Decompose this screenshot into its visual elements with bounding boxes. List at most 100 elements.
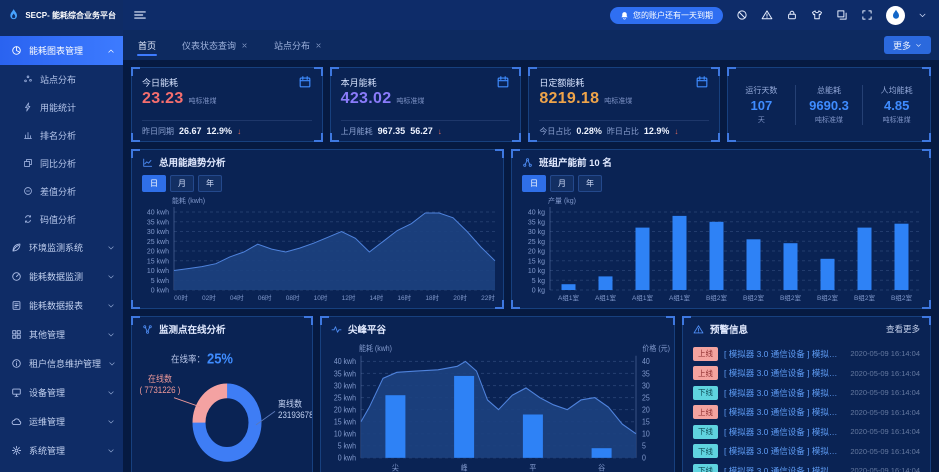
svg-text:20 kwh: 20 kwh: [334, 405, 356, 415]
svg-text:A组1室: A组1室: [669, 293, 690, 302]
stat-footer-label: 昨日占比: [607, 126, 639, 137]
period-tab[interactable]: 日: [522, 175, 546, 192]
tab[interactable]: 首页: [125, 30, 169, 60]
period-tabs: 日月年: [512, 174, 930, 194]
app-root: SECP- 能耗综合业务平台 能耗图表管理 站点分布 用能统计 排名分析 同比分…: [0, 0, 939, 472]
stat-card-value: 423.02: [341, 90, 392, 108]
expand-icon[interactable]: [861, 9, 873, 21]
period-tabs: 日月年: [132, 174, 503, 194]
sidebar-item[interactable]: 用能统计: [0, 93, 123, 121]
cloud-icon: [11, 416, 22, 427]
alert-timestamp: 2020-05-09 16:14:04: [850, 369, 920, 378]
sidebar-item[interactable]: 排名分析: [0, 121, 123, 149]
shirt-icon[interactable]: [811, 9, 823, 21]
period-tab[interactable]: 月: [550, 175, 574, 192]
chevron-down-icon: [107, 331, 115, 339]
scatter-icon: [23, 74, 33, 84]
collapse-menu-icon[interactable]: [133, 8, 147, 22]
status-badge: 下线: [693, 386, 718, 400]
account-expiry-notice[interactable]: 您的账户还有一天到期: [610, 7, 723, 24]
svg-text:0 kwh: 0 kwh: [151, 288, 169, 295]
windows-icon[interactable]: [836, 9, 848, 21]
alert-row[interactable]: 下线 [ 模拟器 3.0 通信设备 ] 模拟器 3.0... 2020-05-0…: [693, 461, 920, 472]
alert-row[interactable]: 下线 [ 模拟器 3.0 通信设备 ] 模拟器 3.0... 2020-05-0…: [693, 442, 920, 462]
alert-timestamp: 2020-05-09 16:14:04: [850, 388, 920, 397]
close-icon[interactable]: [315, 42, 322, 49]
sidebar-group[interactable]: 设备管理: [0, 378, 123, 407]
chevron-down-icon[interactable]: [918, 11, 927, 20]
panel-title-text: 预警信息: [710, 322, 748, 336]
sidebar-item-label: 用能统计: [40, 101, 76, 114]
period-tab[interactable]: 年: [578, 175, 602, 192]
svg-text:35 kwh: 35 kwh: [147, 219, 169, 226]
tab[interactable]: 仪表状态查询: [169, 30, 261, 60]
alert-row[interactable]: 上线 [ 模拟器 3.0 通信设备 ] 模拟器 3.0... 2020-05-0…: [693, 344, 920, 364]
svg-text:15: 15: [642, 417, 650, 427]
sidebar-group[interactable]: 能耗数据报表: [0, 291, 123, 320]
svg-text:25 kg: 25 kg: [528, 239, 545, 246]
sidebar-item[interactable]: 差值分析: [0, 177, 123, 205]
stat-footer-label: 昨日同期: [142, 126, 174, 137]
sidebar-group[interactable]: 环境监测系统: [0, 233, 123, 262]
loop-icon: [23, 214, 33, 224]
alert-text: [ 模拟器 3.0 通信设备 ] 模拟器 3.0...: [724, 445, 844, 457]
more-button[interactable]: 更多: [884, 36, 931, 54]
close-icon[interactable]: [241, 42, 248, 49]
summary-panel: 运行天数 107 天 总能耗 9690.3 吨标准煤 人均能耗 4.85 吨标准…: [727, 67, 931, 142]
summary-value: 107: [728, 98, 795, 113]
avatar[interactable]: [886, 6, 905, 25]
panel-title: 监测点在线分析: [132, 317, 312, 341]
svg-text:能耗 (kwh): 能耗 (kwh): [172, 196, 205, 205]
sidebar-group[interactable]: 其他管理: [0, 320, 123, 349]
svg-text:06时: 06时: [258, 293, 272, 302]
panel-energy-trend: 总用能趋势分析 日月年 0 kwh5 kwh10 kwh15 kwh20 kwh…: [131, 149, 504, 309]
svg-text:B组2室: B组2室: [780, 293, 801, 302]
panel-title-text: 尖峰平谷: [348, 322, 386, 336]
svg-text:40 kg: 40 kg: [528, 210, 545, 217]
alert-row[interactable]: 下线 [ 模拟器 3.0 通信设备 ] 模拟器 3.0... 2020-05-0…: [693, 383, 920, 403]
bars-icon: [23, 130, 33, 140]
tab[interactable]: 站点分布: [261, 30, 335, 60]
svg-text:10: 10: [642, 429, 650, 439]
chevron-down-icon: [915, 42, 922, 49]
sidebar-group[interactable]: 能耗图表管理: [0, 36, 123, 65]
stat-card: 日定额能耗 8219.18 吨标准煤 今日占比 0.28% 昨日占比 12.9%…: [528, 67, 720, 142]
summary-value: 4.85: [863, 98, 930, 113]
svg-text:15 kg: 15 kg: [528, 258, 545, 265]
sidebar-item-label: 排名分析: [40, 129, 76, 142]
sidebar-item[interactable]: 同比分析: [0, 149, 123, 177]
sidebar-group[interactable]: 系统管理: [0, 436, 123, 465]
sidebar-group[interactable]: 能耗数据监测: [0, 262, 123, 291]
sidebar-group[interactable]: 运维管理: [0, 407, 123, 436]
tab-label: 仪表状态查询: [182, 39, 236, 52]
view-more-link[interactable]: 查看更多: [886, 323, 920, 335]
sidebar-group-label: 能耗数据报表: [29, 299, 83, 312]
period-tab[interactable]: 月: [170, 175, 194, 192]
svg-text:10 kwh: 10 kwh: [147, 268, 169, 275]
lock-icon[interactable]: [786, 9, 798, 21]
summary-label: 人均能耗: [863, 85, 930, 96]
summary-unit: 天: [728, 115, 795, 125]
calendar-icon: [298, 75, 312, 89]
sidebar-item[interactable]: 站点分布: [0, 65, 123, 93]
alert-row[interactable]: 上线 [ 模拟器 3.0 通信设备 ] 模拟器 3.0... 2020-05-0…: [693, 403, 920, 423]
svg-text:20 kg: 20 kg: [528, 249, 545, 256]
sidebar-group[interactable]: 租户信息维护管理: [0, 349, 123, 378]
alert-row[interactable]: 下线 [ 模拟器 3.0 通信设备 ] 模拟器 3.0... 2020-05-0…: [693, 422, 920, 442]
summary-item: 总能耗 9690.3 吨标准煤: [795, 85, 863, 125]
stat-card-unit: 吨标准煤: [189, 96, 217, 106]
summary-value: 9690.3: [796, 98, 863, 113]
period-tab[interactable]: 日: [142, 175, 166, 192]
alert-row[interactable]: 上线 [ 模拟器 3.0 通信设备 ] 模拟器 3.0... 2020-05-0…: [693, 364, 920, 384]
alert-text: [ 模拟器 3.0 通信设备 ] 模拟器 3.0...: [724, 406, 844, 418]
tab-label: 站点分布: [274, 39, 310, 52]
warning-icon[interactable]: [761, 9, 773, 21]
svg-text:25 kwh: 25 kwh: [147, 239, 169, 246]
more-button-label: 更多: [893, 39, 911, 52]
sidebar-item[interactable]: 码值分析: [0, 205, 123, 233]
avatar-flame-icon: [890, 9, 902, 21]
ban-icon[interactable]: [736, 9, 748, 21]
svg-text:10 kwh: 10 kwh: [334, 429, 356, 439]
period-tab[interactable]: 年: [198, 175, 222, 192]
summary-label: 总能耗: [796, 85, 863, 96]
